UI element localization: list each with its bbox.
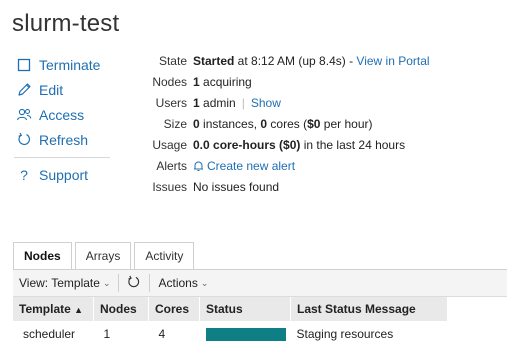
table-toolbar: View: Template ⌄ Actions ⌄ [13,270,507,297]
sidebar: Terminate Edit Access Refresh ? Support [14,52,112,187]
support-link[interactable]: ? Support [16,162,112,187]
support-label: Support [39,166,89,183]
column-header-label: Template [19,302,71,316]
sidebar-divider [14,157,110,158]
users-label: Users [155,96,187,110]
issues-value: No issues found [193,180,280,194]
alerts-row: Alerts Create new alert [130,156,430,177]
usage-value: 0.0 core-hours ($0) [193,138,301,152]
usage-row: Usage 0.0 core-hours ($0) in the last 24… [130,135,430,156]
size-text: cores ( [267,117,308,131]
issues-row: Issues No issues found [130,177,430,198]
refresh-label: Refresh [39,131,89,148]
tab-activity[interactable]: Activity [134,242,195,269]
terminate-button[interactable]: Terminate [16,52,112,77]
refresh-table-button[interactable] [121,270,147,296]
page-title: slurm-test [12,10,120,37]
view-dropdown[interactable]: View: Template ⌄ [13,270,116,296]
view-in-portal-link[interactable]: View in Portal [356,54,429,68]
state-detail: at 8:12 AM (up 8.4s) - [234,54,357,68]
nodes-row: Nodes 1 acquiring [130,72,430,93]
refresh-icon [16,132,32,148]
column-header-status[interactable]: Status [199,297,291,321]
tab-arrays[interactable]: Arrays [74,242,132,269]
access-label: Access [39,106,85,123]
column-header-nodes[interactable]: Nodes [93,297,149,321]
usage-label: Usage [152,138,187,152]
chevron-down-icon: ⌄ [102,277,111,288]
nodes-table: Template ▲ Nodes Cores Status Last Statu… [13,297,448,347]
status-bar [205,327,286,341]
table-row[interactable]: scheduler 1 4 Staging resources [13,321,448,347]
users-count: 1 [193,96,200,110]
chevron-down-icon: ⌄ [200,277,209,288]
instances-count: 0 [193,117,200,131]
users-row: Users 1 admin | Show [130,93,430,114]
view-dropdown-label: View: Template [19,276,100,290]
alerts-label: Alerts [156,159,187,173]
tab-bar: Nodes Arrays Activity [13,242,197,269]
column-header-cores[interactable]: Cores [148,297,200,321]
pencil-icon [16,82,32,98]
question-icon: ? [20,166,28,183]
sort-ascending-icon: ▲ [74,305,84,315]
access-button[interactable]: Access [16,102,112,127]
size-row: Size 0 instances, 0 cores ($0 per hour) [130,114,430,135]
tab-nodes[interactable]: Nodes [13,242,72,269]
cores-cell: 4 [158,327,166,341]
size-text: instances, [199,117,261,131]
edit-label: Edit [39,81,64,98]
price-value: $0 [307,117,321,131]
show-users-link[interactable]: Show [251,96,281,110]
nodes-detail: acquiring [199,75,252,89]
toolbar-divider [118,274,120,292]
create-alert-label: Create new alert [207,159,296,173]
size-label: Size [163,117,187,131]
users-icon [16,107,32,123]
nodes-cell: 1 [103,327,111,341]
usage-detail: in the last 24 hours [300,138,406,152]
column-header-template[interactable]: Template ▲ [13,297,94,321]
column-header-last-status-message[interactable]: Last Status Message [290,297,448,321]
terminate-label: Terminate [39,56,101,73]
state-label: State [158,54,187,68]
table-header-row: Template ▲ Nodes Cores Status Last Statu… [13,297,448,321]
edit-button[interactable]: Edit [16,77,112,102]
refresh-icon [127,275,141,292]
square-icon [16,57,32,73]
nodes-count: 1 [193,75,200,89]
users-detail: admin [199,96,236,110]
status-cell [200,321,291,347]
actions-dropdown-label: Actions [158,276,198,290]
state-value: Started [193,54,235,68]
separator: | [241,96,245,110]
template-cell: scheduler [23,327,76,341]
bell-icon [193,158,204,179]
state-row: State Started at 8:12 AM (up 8.4s) - Vie… [130,51,430,72]
cluster-info: State Started at 8:12 AM (up 8.4s) - Vie… [130,51,430,198]
actions-dropdown[interactable]: Actions ⌄ [152,270,214,296]
size-text: per hour) [320,117,373,131]
refresh-button[interactable]: Refresh [16,127,112,152]
issues-label: Issues [152,180,187,194]
message-cell: Staging resources [296,327,394,341]
create-alert-link[interactable]: Create new alert [193,156,295,177]
toolbar-divider [149,274,151,292]
nodes-label: Nodes [152,75,187,89]
